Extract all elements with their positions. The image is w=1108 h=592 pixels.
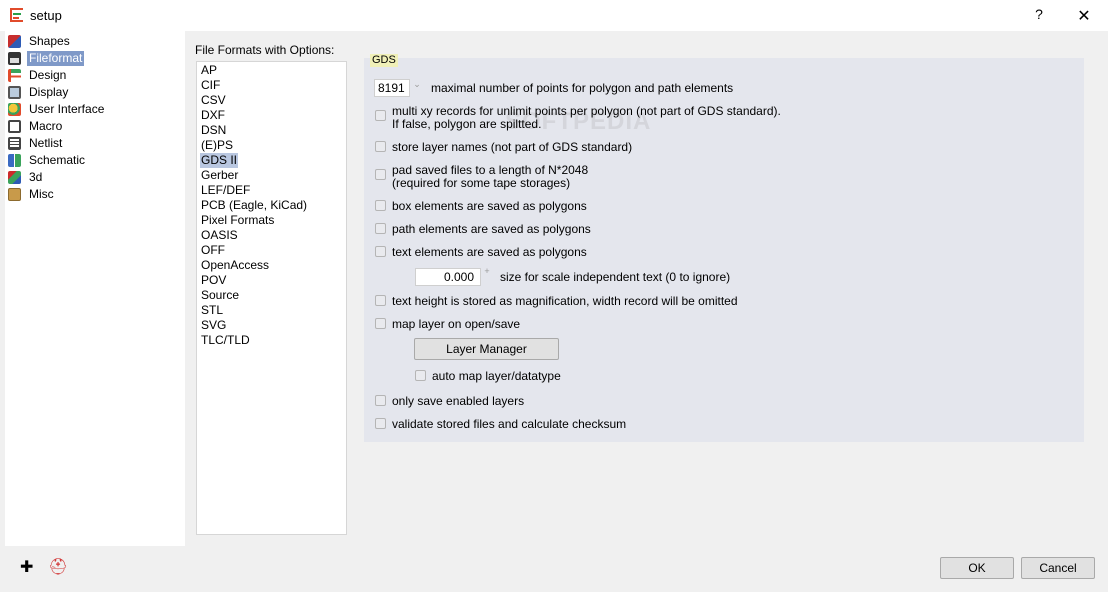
path-polygons-label: path elements are saved as polygons <box>392 222 591 236</box>
text-height-magnification-label: text height is stored as magnification, … <box>392 294 738 308</box>
text-height-magnification-checkbox[interactable] <box>375 295 386 306</box>
only-enabled-checkbox[interactable] <box>375 395 386 406</box>
sidebar-item-label: 3d <box>29 170 43 184</box>
sidebar-item-macro[interactable]: Macro <box>8 118 64 135</box>
only-enabled-label: only save enabled layers <box>392 394 525 408</box>
list-item[interactable]: DSN <box>200 123 227 138</box>
sidebar-item-label: Shapes <box>29 34 70 48</box>
sidebar-item-3d[interactable]: 3d <box>8 169 44 186</box>
title-bar: setup ? ✕ <box>0 0 1108 31</box>
sidebar-item-display[interactable]: Display <box>8 84 70 101</box>
multi-xy-label-line2: If false, polygon are spiltted. <box>392 117 542 131</box>
map-layer-label: map layer on open/save <box>392 317 521 331</box>
close-button[interactable]: ✕ <box>1074 6 1094 26</box>
list-item[interactable]: OpenAccess <box>200 258 270 273</box>
macro-icon <box>8 120 21 133</box>
list-item[interactable]: Source <box>200 288 240 303</box>
list-item[interactable]: POV <box>200 273 227 288</box>
sidebar-item-user-interface[interactable]: User Interface <box>8 101 106 118</box>
lifebuoy-icon[interactable]: ⛑ <box>48 560 68 576</box>
sidebar-item-fileformat[interactable]: Fileformat <box>8 50 85 67</box>
text-size-input[interactable]: 0.000 <box>415 268 481 286</box>
floppy-icon <box>8 52 21 65</box>
list-item[interactable]: OFF <box>200 243 226 258</box>
list-item[interactable]: OASIS <box>200 228 239 243</box>
box-polygons-label: box elements are saved as polygons <box>392 199 587 213</box>
auto-map-label: auto map layer/datatype <box>432 369 561 383</box>
netlist-icon <box>8 137 21 150</box>
list-item[interactable]: LEF/DEF <box>200 183 251 198</box>
validate-checkbox[interactable] <box>375 418 386 429</box>
max-points-input[interactable]: 8191 <box>374 79 410 97</box>
sidebar-item-label: Netlist <box>29 136 63 150</box>
sidebar-item-label: Design <box>29 68 67 82</box>
max-points-stepper[interactable]: ⌄ <box>411 79 423 97</box>
sidebar-item-design[interactable]: Design <box>8 67 68 84</box>
auto-map-checkbox[interactable] <box>415 370 426 381</box>
sidebar-item-label: Display <box>29 85 69 99</box>
sidebar-item-label: Fileformat <box>27 51 85 66</box>
shapes-icon <box>8 35 21 48</box>
map-layer-checkbox[interactable] <box>375 318 386 329</box>
sidebar-item-label: Schematic <box>29 153 86 167</box>
layer-manager-button[interactable]: Layer Manager <box>414 338 559 360</box>
add-icon[interactable]: ✚ <box>20 560 33 576</box>
display-icon <box>8 86 21 99</box>
multi-xy-checkbox[interactable] <box>375 110 386 121</box>
list-item[interactable]: AP <box>200 63 218 78</box>
category-sidebar: Shapes Fileformat Design Display User In… <box>5 31 185 546</box>
sidebar-item-label: Misc <box>29 187 54 201</box>
sidebar-item-shapes[interactable]: Shapes <box>8 33 72 50</box>
list-item[interactable]: SVG <box>200 318 227 333</box>
sidebar-item-label: User Interface <box>29 102 105 116</box>
window-title: setup <box>30 8 62 23</box>
cancel-button[interactable]: Cancel <box>1021 557 1095 579</box>
store-layer-names-checkbox[interactable] <box>375 141 386 152</box>
list-item[interactable]: Gerber <box>200 168 239 183</box>
help-button[interactable]: ? <box>1030 6 1048 26</box>
list-item[interactable]: STL <box>200 303 224 318</box>
max-points-label: maximal number of points for polygon and… <box>431 81 734 95</box>
list-item[interactable]: CIF <box>200 78 221 93</box>
sidebar-item-schematic[interactable]: Schematic <box>8 152 87 169</box>
validate-label: validate stored files and calculate chec… <box>392 417 627 431</box>
list-item[interactable]: Pixel Formats <box>200 213 275 228</box>
pad-saved-checkbox[interactable] <box>375 169 386 180</box>
path-polygons-checkbox[interactable] <box>375 223 386 234</box>
list-item[interactable]: DXF <box>200 108 226 123</box>
list-item[interactable]: TLC/TLD <box>200 333 251 348</box>
formats-list[interactable]: AP CIF CSV DXF DSN (E)PS GDS II Gerber L… <box>196 61 347 535</box>
text-polygons-label: text elements are saved as polygons <box>392 245 587 259</box>
sidebar-item-misc[interactable]: Misc <box>8 186 56 203</box>
user-interface-icon <box>8 103 21 116</box>
cube-3d-icon <box>8 171 21 184</box>
sidebar-item-label: Macro <box>29 119 63 133</box>
list-item-selected[interactable]: GDS II <box>200 153 239 168</box>
schematic-icon <box>8 154 21 167</box>
ok-button[interactable]: OK <box>940 557 1014 579</box>
store-layer-names-label: store layer names (not part of GDS stand… <box>392 140 633 154</box>
list-item[interactable]: (E)PS <box>200 138 234 153</box>
app-logo-icon <box>10 8 23 22</box>
pad-saved-label-line2: (required for some tape storages) <box>392 176 571 190</box>
design-icon <box>8 69 21 82</box>
text-polygons-checkbox[interactable] <box>375 246 386 257</box>
sidebar-item-netlist[interactable]: Netlist <box>8 135 64 152</box>
text-size-label: size for scale independent text (0 to ig… <box>500 270 731 284</box>
box-polygons-checkbox[interactable] <box>375 200 386 211</box>
list-item[interactable]: PCB (Eagle, KiCad) <box>200 198 308 213</box>
formats-header: File Formats with Options: <box>195 43 335 57</box>
gds-group-title: GDS <box>370 54 398 67</box>
text-size-stepper[interactable]: + <box>481 266 493 284</box>
misc-box-icon <box>8 188 21 201</box>
list-item[interactable]: CSV <box>200 93 227 108</box>
